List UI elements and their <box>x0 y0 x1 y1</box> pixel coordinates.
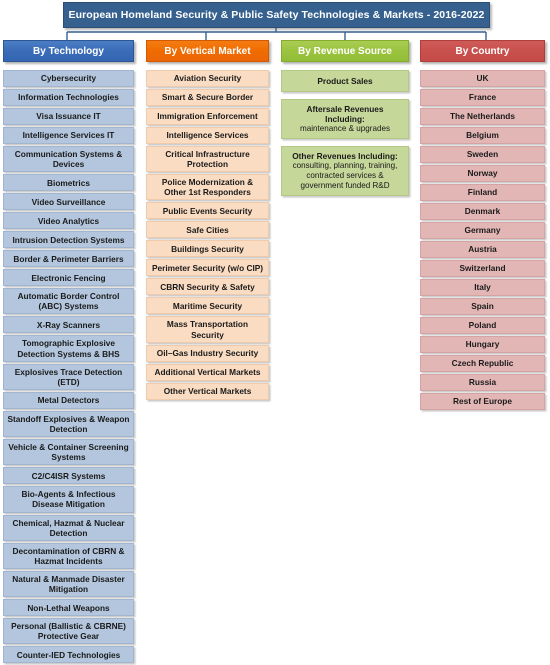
column-technology: By Technology Cybersecurity Information … <box>3 40 134 665</box>
tech-item[interactable]: Chemical, Hazmat & Nuclear Detection <box>3 514 134 541</box>
chart-title-text: European Homeland Security & Public Safe… <box>68 9 485 21</box>
revenue-item[interactable]: Aftersale Revenues Including: maintenanc… <box>281 99 409 140</box>
column-vertical-market: By Vertical Market Aviation Security Sma… <box>146 40 269 402</box>
country-item[interactable]: Germany <box>420 222 545 239</box>
vertical-item[interactable]: Critical Infrastructure Protection <box>146 146 269 173</box>
revenue-item-title: Other Revenues Including: <box>292 151 398 162</box>
tech-item[interactable]: Communication Systems & Devices <box>3 146 134 173</box>
revenue-item[interactable]: Other Revenues Including: consulting, pl… <box>281 146 409 196</box>
tech-item[interactable]: C2/C4ISR Systems <box>3 467 134 485</box>
column-header-vertical-market[interactable]: By Vertical Market <box>146 40 269 62</box>
vertical-item[interactable]: Buildings Security <box>146 240 269 258</box>
revenue-item-detail: consulting, planning, training, contract… <box>292 161 398 190</box>
column-country: By Country UK France The Netherlands Bel… <box>420 40 545 412</box>
column-header-technology[interactable]: By Technology <box>3 40 134 62</box>
country-item[interactable]: France <box>420 89 545 106</box>
revenue-item[interactable]: Product Sales <box>281 70 409 92</box>
tech-item[interactable]: Personal (Ballistic & CBRNE) Protective … <box>3 618 134 645</box>
tech-item[interactable]: Intelligence Services IT <box>3 127 134 144</box>
tech-item[interactable]: X-Ray Scanners <box>3 316 134 334</box>
tech-item[interactable]: Information Technologies <box>3 89 134 106</box>
tech-item[interactable]: Tomographic Explosive Detection Systems … <box>3 335 134 362</box>
country-item[interactable]: Hungary <box>420 336 545 353</box>
tech-item[interactable]: Automatic Border Control (ABC) Systems <box>3 288 134 315</box>
chart-title: European Homeland Security & Public Safe… <box>63 2 490 28</box>
tech-item[interactable]: Counter-IED Technologies <box>3 646 134 664</box>
vertical-item[interactable]: Police Modernization & Other 1st Respond… <box>146 174 269 201</box>
vertical-item[interactable]: Mass Transportation Security <box>146 316 269 343</box>
column-header-country-label: By Country <box>455 45 510 57</box>
vertical-item[interactable]: Additional Vertical Markets <box>146 363 269 381</box>
country-item[interactable]: Austria <box>420 241 545 258</box>
country-item[interactable]: Sweden <box>420 146 545 163</box>
country-item[interactable]: Finland <box>420 184 545 201</box>
category-columns: By Technology Cybersecurity Information … <box>0 40 550 665</box>
country-item[interactable]: Poland <box>420 317 545 334</box>
column-revenue-source: By Revenue Source Product Sales Aftersal… <box>281 40 409 198</box>
country-item[interactable]: The Netherlands <box>420 108 545 125</box>
tech-item[interactable]: Intrusion Detection Systems <box>3 231 134 249</box>
org-chart-root: European Homeland Security & Public Safe… <box>0 0 550 664</box>
vertical-item[interactable]: Aviation Security <box>146 70 269 87</box>
tech-item[interactable]: Vehicle & Container Screening Systems <box>3 439 134 466</box>
column-header-revenue-source[interactable]: By Revenue Source <box>281 40 409 62</box>
column-header-vertical-market-label: By Vertical Market <box>164 45 251 57</box>
country-item[interactable]: Denmark <box>420 203 545 220</box>
tech-item[interactable]: Non-Lethal Weapons <box>3 599 134 617</box>
vertical-item[interactable]: Intelligence Services <box>146 127 269 144</box>
tech-item[interactable]: Cybersecurity <box>3 70 134 87</box>
tech-item[interactable]: Electronic Fencing <box>3 269 134 287</box>
vertical-item[interactable]: Safe Cities <box>146 221 269 239</box>
tech-item[interactable]: Biometrics <box>3 174 134 192</box>
column-header-technology-label: By Technology <box>33 45 104 57</box>
country-item[interactable]: UK <box>420 70 545 87</box>
vertical-item[interactable]: Perimeter Security (w/o CIP) <box>146 259 269 277</box>
tech-item[interactable]: Metal Detectors <box>3 391 134 409</box>
column-header-country[interactable]: By Country <box>420 40 545 62</box>
country-item[interactable]: Czech Republic <box>420 355 545 372</box>
country-item[interactable]: Russia <box>420 374 545 391</box>
country-item[interactable]: Spain <box>420 298 545 315</box>
tech-item[interactable]: Bio-Agents & Infectious Disease Mitigati… <box>3 486 134 513</box>
tech-item[interactable]: Natural & Manmade Disaster Mitigation <box>3 570 134 598</box>
vertical-item[interactable]: Other Vertical Markets <box>146 382 269 400</box>
tech-item[interactable]: Explosives Trace Detection (ETD) <box>3 363 134 390</box>
country-item[interactable]: Switzerland <box>420 260 545 277</box>
country-item[interactable]: Rest of Europe <box>420 393 545 410</box>
vertical-item[interactable]: Smart & Secure Border <box>146 89 269 106</box>
vertical-item[interactable]: Oil–Gas Industry Security <box>146 344 269 362</box>
revenue-item-detail: maintenance & upgrades <box>300 124 390 134</box>
tech-item[interactable]: Video Analytics <box>3 212 134 230</box>
country-item[interactable]: Italy <box>420 279 545 296</box>
vertical-item[interactable]: CBRN Security & Safety <box>146 278 269 296</box>
column-header-revenue-source-label: By Revenue Source <box>298 45 392 57</box>
tech-item[interactable]: Standoff Explosives & Weapon Detection <box>3 410 134 438</box>
tech-item[interactable]: Border & Perimeter Barriers <box>3 250 134 268</box>
country-item[interactable]: Belgium <box>420 127 545 144</box>
tech-item[interactable]: Decontamination of CBRN & Hazmat Inciden… <box>3 542 134 569</box>
vertical-item[interactable]: Maritime Security <box>146 297 269 315</box>
vertical-item[interactable]: Immigration Enforcement <box>146 108 269 125</box>
revenue-item-title: Product Sales <box>317 75 373 86</box>
tech-item[interactable]: Video Surveillance <box>3 193 134 211</box>
revenue-item-title: Aftersale Revenues Including: <box>306 104 384 125</box>
country-item[interactable]: Norway <box>420 165 545 182</box>
tech-item[interactable]: Visa Issuance IT <box>3 108 134 125</box>
vertical-item[interactable]: Public Events Security <box>146 202 269 220</box>
